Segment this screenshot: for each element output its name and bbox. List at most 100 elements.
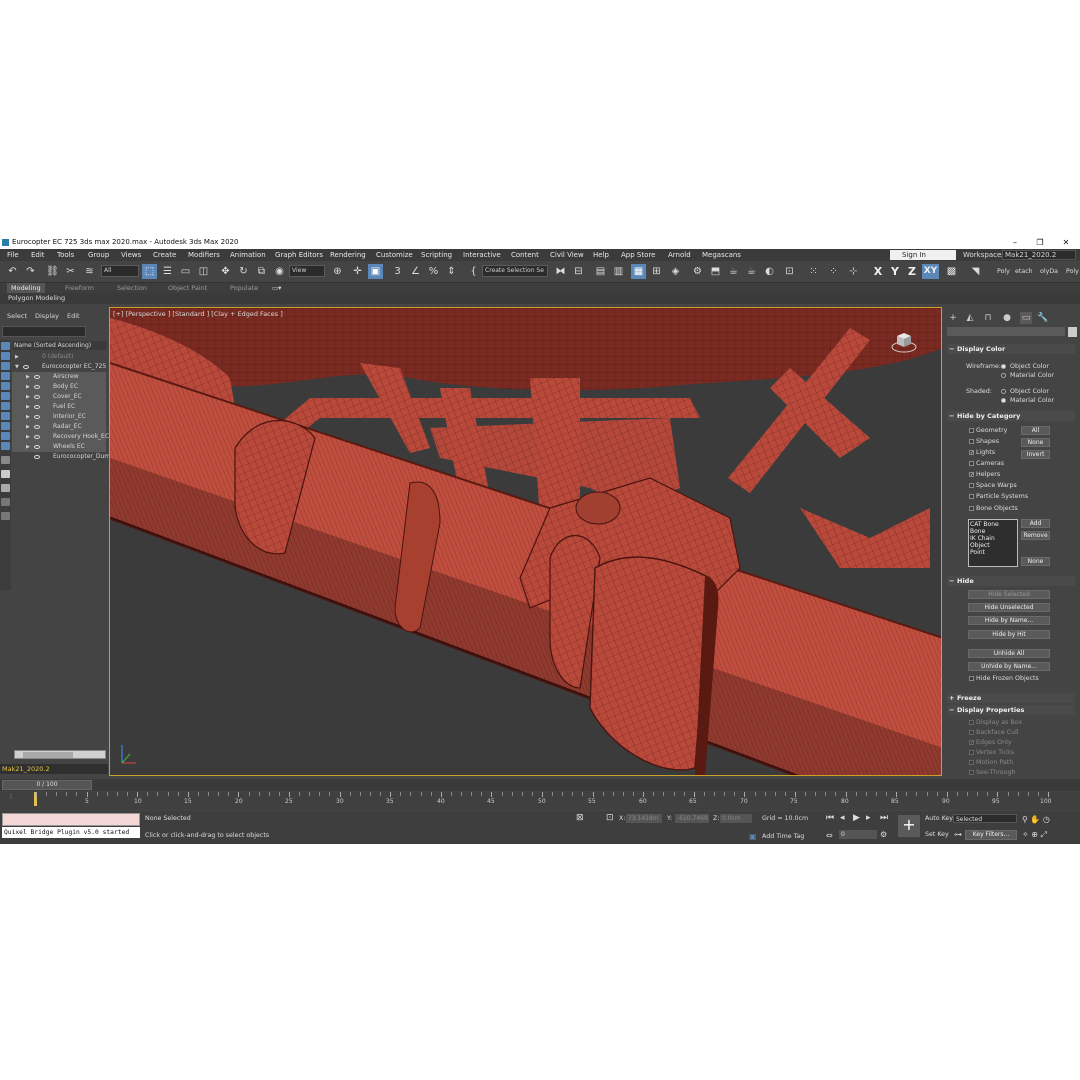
pivot-center-icon[interactable]: ⊕ — [330, 264, 345, 279]
hide-unselected-button[interactable]: Hide Unselected — [968, 603, 1050, 612]
selection-key-dropdown[interactable]: Selected — [953, 814, 1017, 823]
filter-lights-icon[interactable] — [1, 362, 10, 370]
axis-z-button[interactable]: Z — [905, 264, 919, 279]
rendered-frame-icon[interactable]: ⬒ — [708, 264, 723, 279]
wireframe-object-color-radio[interactable] — [1001, 364, 1006, 369]
tab-freeform[interactable]: Freeform — [65, 283, 94, 293]
current-frame-field[interactable]: 0 — [839, 830, 877, 839]
time-slider-thumb[interactable]: 0 / 100 — [2, 780, 92, 790]
utilities-tab-icon[interactable]: 🔧 — [1037, 312, 1049, 324]
schematic-view-icon[interactable]: ⊞ — [649, 264, 664, 279]
list-item[interactable]: Point — [970, 549, 1016, 556]
rollout-freeze[interactable]: Freeze — [947, 693, 1075, 703]
expand-arrow-icon[interactable]: ▶ — [26, 402, 30, 412]
motion-path-checkbox[interactable] — [969, 760, 974, 765]
align-icon[interactable]: ⊟ — [571, 264, 586, 279]
visibility-eye-icon[interactable] — [34, 415, 40, 419]
visibility-eye-icon[interactable] — [34, 455, 40, 459]
visibility-eye-icon[interactable] — [34, 385, 40, 389]
spinner-snap-icon[interactable]: ⇕ — [444, 264, 459, 279]
menu-create[interactable]: Create — [153, 249, 176, 261]
curve-editor-icon[interactable]: ▦ — [631, 264, 646, 279]
absolute-mode-icon[interactable]: ⊡ — [606, 813, 614, 823]
time-config-icon[interactable]: ⚙ — [880, 830, 887, 839]
move-icon[interactable]: ✥ — [218, 264, 233, 279]
render-activeshade-icon[interactable]: ◐ — [762, 264, 777, 279]
expand-arrow-icon[interactable]: ▶ — [26, 392, 30, 402]
edges-only-checkbox[interactable]: ✓ — [969, 740, 974, 746]
menu-civil-view[interactable]: Civil View — [550, 249, 584, 261]
filter-display-icon[interactable] — [1, 456, 10, 464]
visibility-eye-icon[interactable] — [34, 425, 40, 429]
axis-y-button[interactable]: Y — [888, 264, 902, 279]
render-production-icon[interactable]: ☕ — [726, 264, 741, 279]
explorer-menu-select[interactable]: Select — [7, 312, 27, 320]
geometry-checkbox[interactable] — [969, 428, 974, 433]
expand-arrow-icon[interactable]: ▶ — [26, 442, 30, 452]
rollout-display-color[interactable]: Display Color — [947, 344, 1075, 354]
axis-xy-button[interactable]: XY — [922, 264, 939, 279]
layer-explorer-icon[interactable]: ▤ — [593, 264, 608, 279]
menu-megascans[interactable]: Megascans — [702, 249, 741, 261]
cameras-checkbox[interactable] — [969, 461, 974, 466]
tab-modeling[interactable]: Modeling — [7, 283, 45, 293]
tab-object-paint[interactable]: Object Paint — [168, 283, 207, 293]
viewcube-icon[interactable] — [891, 328, 917, 354]
rect-selection-icon[interactable]: ▭ — [178, 264, 193, 279]
unlink-icon[interactable]: ✂ — [63, 264, 78, 279]
menu-interactive[interactable]: Interactive — [463, 249, 501, 261]
expand-arrow-icon[interactable]: ▶ — [26, 432, 30, 442]
rollout-hide-by-category[interactable]: Hide by Category — [947, 411, 1075, 421]
tree-row-cover[interactable]: ▶ Cover_EC — [12, 392, 106, 402]
select-object-icon[interactable]: ⬚ — [142, 264, 157, 279]
expand-arrow-icon[interactable]: ▶ — [26, 372, 30, 382]
snap-grid-icon[interactable]: ⁙ — [806, 264, 821, 279]
visibility-eye-icon[interactable] — [34, 375, 40, 379]
menu-file[interactable]: File — [7, 249, 19, 261]
tree-row-wheels[interactable]: ▶ Wheels EC — [12, 442, 106, 452]
expand-arrow-icon[interactable]: ▶ — [15, 352, 19, 362]
hide-frozen-checkbox[interactable] — [969, 676, 974, 681]
snap-pivot-icon[interactable]: ⊹ — [846, 264, 861, 279]
menu-tools[interactable]: Tools — [57, 249, 74, 261]
filter-options-icon[interactable] — [1, 512, 10, 520]
keyboard-shortcut-icon[interactable]: ▣ — [368, 264, 383, 279]
menu-animation[interactable]: Animation — [230, 249, 266, 261]
rollout-hide[interactable]: Hide — [947, 576, 1075, 586]
set-key-button[interactable]: Set Key — [925, 831, 949, 838]
material-editor-icon[interactable]: ◈ — [668, 264, 683, 279]
category-all-button[interactable]: All — [1021, 426, 1050, 435]
key-filters-button[interactable]: Key Filters... — [965, 830, 1017, 840]
rollout-display-properties[interactable]: Display Properties — [947, 705, 1075, 715]
shaded-material-color-radio[interactable] — [1001, 398, 1006, 403]
axis-x-button[interactable]: X — [871, 264, 885, 279]
tree-row-layer-default[interactable]: ▶ 0 (default) — [12, 352, 106, 362]
viewport-nav-orbit-icon[interactable]: ✧ ⊕ ⤢ — [1022, 830, 1047, 840]
poly2-tab-label[interactable]: Poly — [1066, 268, 1079, 275]
hide-by-hit-button[interactable]: Hide by Hit — [968, 630, 1050, 639]
render-gallery-icon[interactable]: ⊡ — [782, 264, 797, 279]
filter-hidden-icon[interactable] — [1, 470, 10, 478]
filter-shapes-icon[interactable] — [1, 352, 10, 360]
scale-icon[interactable]: ⧉ — [254, 264, 269, 279]
tree-row-interior[interactable]: ▶ Interior_EC — [12, 412, 106, 422]
restore-button[interactable]: ❐ — [1031, 236, 1049, 249]
isolate-selection-icon[interactable]: ⊠ — [576, 813, 584, 823]
filter-helpers-icon[interactable] — [1, 382, 10, 390]
key-mode-icon[interactable]: ⇔ — [826, 831, 833, 840]
project-folder-bar[interactable]: Mak21_2020.2 — [0, 764, 108, 774]
viewport-config-icon[interactable]: ▩ — [944, 264, 959, 279]
list-add-button[interactable]: Add — [1021, 519, 1050, 528]
expand-arrow-icon[interactable]: ▶ — [26, 382, 30, 392]
lights-checkbox[interactable]: ✓ — [969, 450, 974, 456]
modify-tab-icon[interactable]: ◭ — [964, 312, 976, 324]
list-remove-button[interactable]: Remove — [1021, 531, 1050, 540]
prev-frame-icon[interactable]: ◂ — [840, 813, 845, 823]
poly-tab-label[interactable]: Poly — [997, 268, 1010, 275]
toggle-ribbon-icon[interactable]: ▥ — [611, 264, 626, 279]
snaps-toggle-icon[interactable]: 3 — [390, 264, 405, 279]
scrollbar-thumb[interactable] — [23, 752, 73, 758]
window-crossing-icon[interactable]: ◫ — [196, 264, 211, 279]
set-keys-icon[interactable]: + — [898, 815, 920, 837]
see-through-checkbox[interactable] — [969, 770, 974, 775]
